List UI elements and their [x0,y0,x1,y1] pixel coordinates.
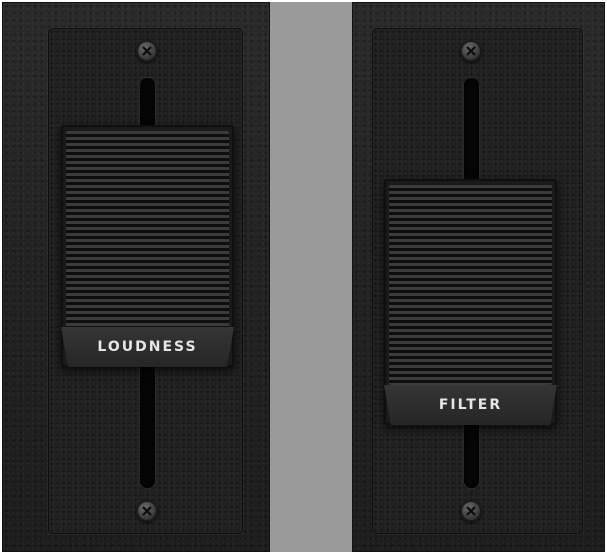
divider-bar [270,2,352,552]
screw-icon [136,500,158,522]
loudness-handle-grille [66,131,229,327]
plugin-window: LOUDNESS FILTER [2,2,605,552]
loudness-label: LOUDNESS [61,327,234,367]
filter-handle-grille [389,185,552,385]
screw-icon [460,500,482,522]
loudness-module: LOUDNESS [2,2,270,552]
screw-icon [460,40,482,62]
loudness-slider-handle[interactable]: LOUDNESS [61,125,234,367]
filter-slider-handle[interactable]: FILTER [384,179,557,425]
filter-module: FILTER [352,2,605,552]
screw-icon [136,40,158,62]
filter-label: FILTER [384,385,557,425]
